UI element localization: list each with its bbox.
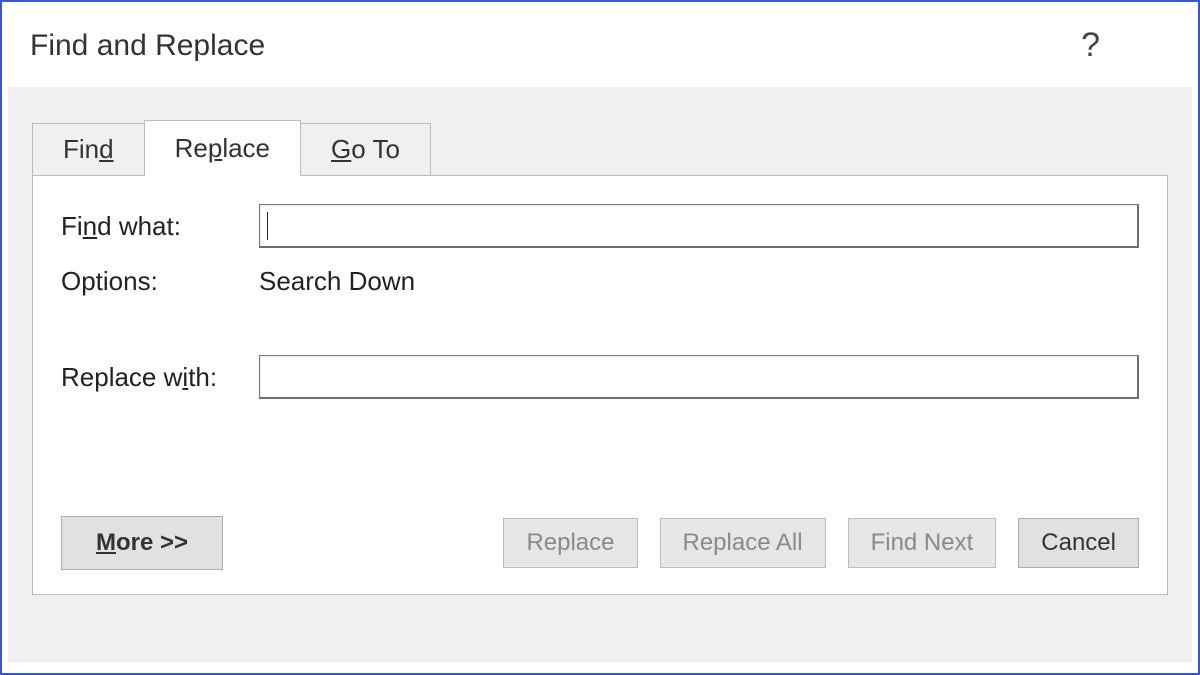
more-button[interactable]: More >> — [61, 516, 223, 570]
help-button[interactable]: ? — [1081, 26, 1170, 65]
replace-panel: Find what: Options: Search Down Replace … — [32, 175, 1168, 595]
tab-goto[interactable]: Go To — [300, 123, 431, 175]
find-what-input[interactable] — [259, 204, 1139, 248]
find-what-row: Find what: — [61, 204, 1139, 248]
action-button-group: Replace Replace All Find Next Cancel — [503, 518, 1139, 568]
find-what-label: Find what: — [61, 211, 259, 242]
replace-button[interactable]: Replace — [503, 518, 637, 568]
tab-bar: Find Replace Go To — [8, 87, 1192, 175]
text-cursor-icon — [267, 212, 268, 240]
dialog-titlebar: Find and Replace ? — [2, 2, 1198, 87]
replace-all-button[interactable]: Replace All — [660, 518, 826, 568]
replace-with-row: Replace with: — [61, 355, 1139, 399]
replace-with-label: Replace with: — [61, 362, 259, 393]
find-next-button[interactable]: Find Next — [848, 518, 997, 568]
tab-replace[interactable]: Replace — [144, 120, 301, 176]
options-value: Search Down — [259, 266, 415, 297]
options-row: Options: Search Down — [61, 266, 1139, 297]
button-row: More >> Replace Replace All Find Next Ca… — [61, 516, 1139, 570]
dialog-content: Find Replace Go To Find what: Options: S… — [8, 87, 1192, 662]
cancel-button[interactable]: Cancel — [1018, 518, 1139, 568]
tab-find[interactable]: Find — [32, 123, 145, 175]
replace-with-input[interactable] — [259, 355, 1139, 399]
dialog-title: Find and Replace — [30, 29, 265, 63]
options-label: Options: — [61, 266, 259, 297]
